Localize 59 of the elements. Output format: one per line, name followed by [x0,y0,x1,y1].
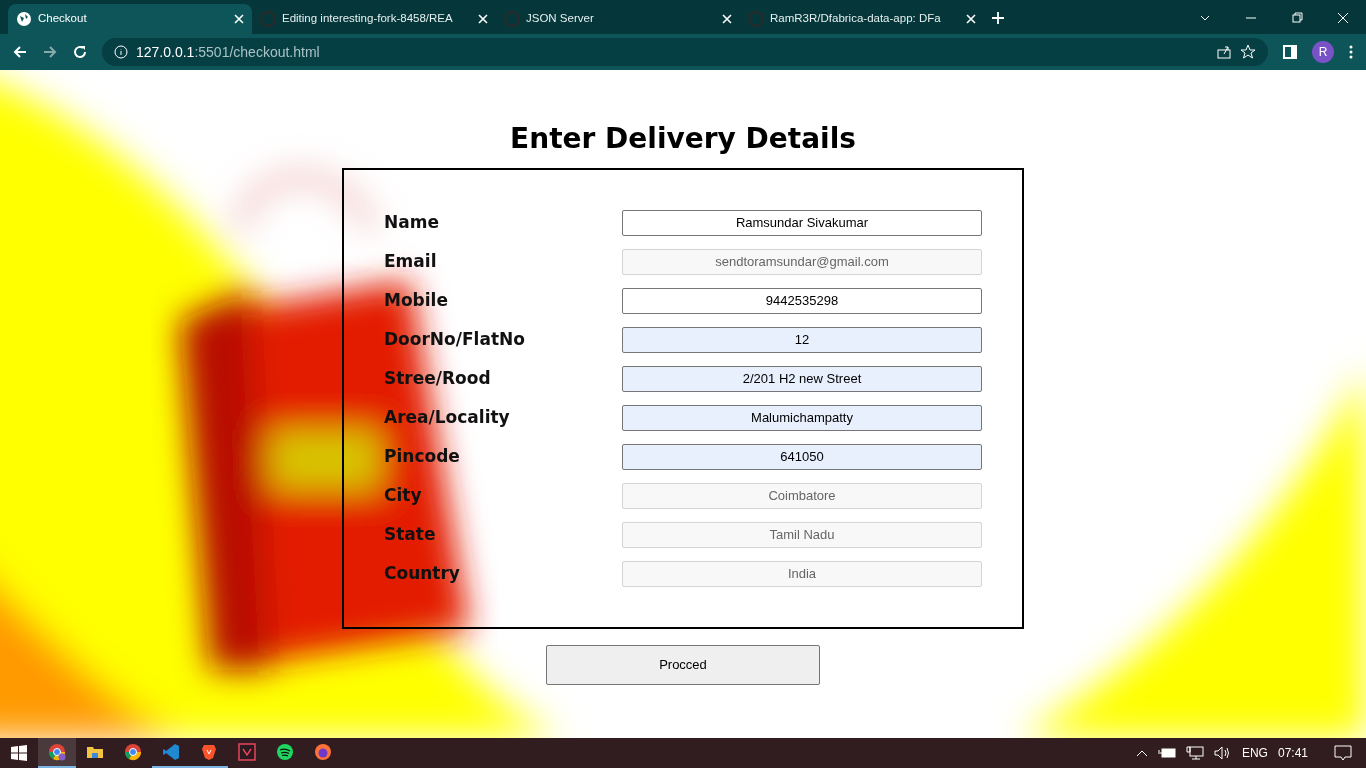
reload-icon[interactable] [72,44,88,60]
input-field[interactable]: 2/201 H2 new Street [622,365,982,392]
browser-tab[interactable]: JSON Server [496,4,740,34]
profile-avatar[interactable]: R [1312,41,1334,63]
field-label: Email [384,249,437,273]
volume-icon[interactable] [1213,746,1232,760]
menu-icon[interactable] [1348,44,1354,60]
browser-tab[interactable]: RamR3R/Dfabrica-data-app: DFa [740,4,984,34]
side-panel-icon[interactable] [1282,44,1298,60]
input-field[interactable]: Ramsundar Sivakumar [622,209,982,236]
taskbar-app[interactable] [38,738,76,768]
tab-favicon-icon [748,11,764,27]
language-indicator[interactable]: ENG [1241,744,1268,762]
globe-icon [16,11,32,27]
input-field[interactable]: 641050 [622,443,982,470]
clock[interactable]: 07:41 [1277,744,1308,762]
close-icon[interactable] [234,14,244,24]
new-tab-icon[interactable] [992,12,1004,24]
chrome-icon [124,743,142,761]
windows-start-icon[interactable] [11,745,27,761]
v-logo-icon [238,743,256,761]
browser-tab[interactable]: Checkout [8,4,252,34]
share-icon[interactable] [1216,44,1232,60]
code-editor-icon [162,743,180,761]
address-bar[interactable]: 127.0.0.1:5501/checkout.html [102,38,1268,66]
music-app-icon [276,743,294,761]
forward-icon[interactable] [42,44,58,60]
network-icon[interactable] [1185,746,1204,760]
chevron-up-icon[interactable] [1135,748,1148,758]
tab-title: JSON Server [526,11,594,27]
tab-title: RamR3R/Dfabrica-data-app: DFa [770,11,941,27]
info-icon [114,45,128,59]
close-icon[interactable] [478,14,488,24]
tab-favicon-icon [260,11,276,27]
tab-favicon-icon [504,11,520,27]
back-icon[interactable] [12,44,28,60]
star-icon[interactable] [1240,44,1256,60]
close-icon[interactable] [722,14,732,24]
input-field[interactable]: 12 [622,326,982,353]
restore-icon[interactable] [1290,11,1304,25]
chrome-icon [48,743,66,761]
field-label: Mobile [384,288,448,312]
fox-globe-icon [314,743,332,761]
field-label: State [384,522,436,546]
field-label: Name [384,210,439,234]
battery-icon[interactable] [1157,747,1176,759]
url-text: 127.0.0.1:5501/checkout.html [136,42,320,62]
notification-icon[interactable] [1334,744,1352,762]
tab-title: Editing interesting-fork-8458/REA [282,11,453,27]
input-field[interactable]: Malumichampatty [622,404,982,431]
close-icon[interactable] [1336,11,1350,25]
close-icon[interactable] [966,14,976,24]
tab-title: Checkout [38,11,87,27]
browser-tab[interactable]: Editing interesting-fork-8458/REA [252,4,496,34]
lion-shield-icon [200,743,218,761]
page-heading: Enter Delivery Details [510,122,856,156]
input-field[interactable]: 9442535298 [622,287,982,314]
field-label: City [384,483,422,507]
proceed-button[interactable]: Procced [546,644,820,685]
